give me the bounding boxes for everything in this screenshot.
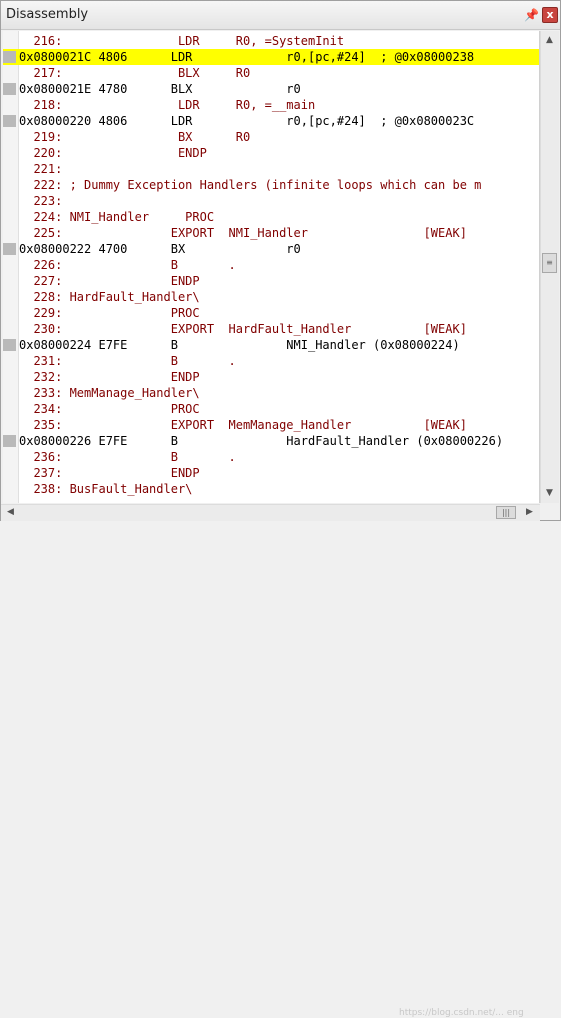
source-line[interactable]: 233: MemManage_Handler\ (3, 385, 539, 401)
line-text: 235: EXPORT MemManage_Handler [WEAK] (19, 418, 467, 432)
vertical-scroll-thumb[interactable]: ≡ (542, 253, 557, 273)
disassembly-code-area[interactable]: 216: LDR R0, =SystemInit 0x0800021C 4806 … (3, 31, 540, 503)
disassembly-line[interactable]: 0x0800021C 4806 LDR r0,[pc,#24] ; @0x080… (3, 49, 539, 65)
line-text: 238: BusFault_Handler\ (19, 482, 193, 496)
source-line[interactable]: 227: ENDP (3, 273, 539, 289)
source-line[interactable]: 219: BX R0 (3, 129, 539, 145)
close-button[interactable]: x (542, 7, 558, 23)
line-text: 222: ; Dummy Exception Handlers (infinit… (19, 178, 482, 192)
horizontal-scroll-thumb[interactable]: ||| (496, 506, 516, 519)
source-line[interactable]: 225: EXPORT NMI_Handler [WEAK] (3, 225, 539, 241)
source-line[interactable]: 222: ; Dummy Exception Handlers (infinit… (3, 177, 539, 193)
source-line[interactable]: 232: ENDP (3, 369, 539, 385)
disassembly-line[interactable]: 0x08000226 E7FE B HardFault_Handler (0x0… (3, 433, 539, 449)
source-line[interactable]: 238: BusFault_Handler\ (3, 481, 539, 497)
line-text: 237: ENDP (19, 466, 200, 480)
line-text: 223: (19, 194, 63, 208)
window-title: Disassembly (6, 7, 89, 22)
line-marker (3, 115, 16, 127)
source-line[interactable]: 226: B . (3, 257, 539, 273)
source-line[interactable]: 229: PROC (3, 305, 539, 321)
title-bar: Disassembly 📌 x (1, 1, 560, 30)
disassembly-line[interactable]: 0x0800021E 4780 BLX r0 (3, 81, 539, 97)
source-line[interactable]: 216: LDR R0, =SystemInit (3, 33, 539, 49)
line-text: 224: NMI_Handler PROC (19, 210, 215, 224)
disassembly-line[interactable]: 0x08000220 4806 LDR r0,[pc,#24] ; @0x080… (3, 113, 539, 129)
line-text: 0x08000222 4700 BX r0 (19, 242, 301, 256)
source-line[interactable]: 218: LDR R0, =__main (3, 97, 539, 113)
line-marker (3, 243, 16, 255)
line-marker (3, 51, 16, 63)
arrow-up-icon[interactable]: ▲ (542, 33, 557, 48)
source-line[interactable]: 221: (3, 161, 539, 177)
line-text: 227: ENDP (19, 274, 200, 288)
watermark: https://blog.csdn.net/... eng (399, 1008, 524, 1018)
line-text: 225: EXPORT NMI_Handler [WEAK] (19, 226, 467, 240)
vertical-scrollbar[interactable]: ▲ ≡ ▼ (540, 31, 559, 503)
arrow-down-icon[interactable]: ▼ (542, 486, 557, 501)
source-line[interactable]: 228: HardFault_Handler\ (3, 289, 539, 305)
pin-icon[interactable]: 📌 (524, 8, 539, 22)
line-marker (3, 83, 16, 95)
line-text: 216: LDR R0, =SystemInit (19, 34, 345, 48)
arrow-left-icon[interactable]: ◀ (3, 505, 18, 520)
arrow-right-icon[interactable]: ▶ (522, 505, 537, 520)
line-marker (3, 435, 16, 447)
line-text: 231: B . (19, 354, 236, 368)
line-text: 217: BLX R0 (19, 66, 251, 80)
source-line[interactable]: 237: ENDP (3, 465, 539, 481)
line-text: 0x08000220 4806 LDR r0,[pc,#24] ; @0x080… (19, 114, 475, 128)
line-text: 0x0800021C 4806 LDR r0,[pc,#24] ; @0x080… (19, 50, 475, 64)
source-line[interactable]: 236: B . (3, 449, 539, 465)
horizontal-scrollbar[interactable]: ◀ https://blog.csdn.net/... eng ||| ▶ (1, 504, 540, 1018)
disassembly-line[interactable]: 0x08000222 4700 BX r0 (3, 241, 539, 257)
line-text: 219: BX R0 (19, 130, 251, 144)
source-line[interactable]: 235: EXPORT MemManage_Handler [WEAK] (3, 417, 539, 433)
line-text: 0x0800021E 4780 BLX r0 (19, 82, 301, 96)
line-text: 220: ENDP (19, 146, 207, 160)
source-line[interactable]: 217: BLX R0 (3, 65, 539, 81)
line-text: 0x08000226 E7FE B HardFault_Handler (0x0… (19, 434, 504, 448)
disassembly-line[interactable]: 0x08000224 E7FE B NMI_Handler (0x0800022… (3, 337, 539, 353)
source-line[interactable]: 231: B . (3, 353, 539, 369)
line-text: 218: LDR R0, =__main (19, 98, 316, 112)
line-text: 221: (19, 162, 63, 176)
line-text: 232: ENDP (19, 370, 200, 384)
line-text: 226: B . (19, 258, 236, 272)
source-line[interactable]: 230: EXPORT HardFault_Handler [WEAK] (3, 321, 539, 337)
line-text: 230: EXPORT HardFault_Handler [WEAK] (19, 322, 467, 336)
line-text: 233: MemManage_Handler\ (19, 386, 200, 400)
disassembly-window: Disassembly 📌 x 216: LDR R0, =SystemInit… (0, 0, 561, 1018)
source-line[interactable]: 224: NMI_Handler PROC (3, 209, 539, 225)
source-line[interactable]: 234: PROC (3, 401, 539, 417)
line-marker (3, 339, 16, 351)
line-text: 0x08000224 E7FE B NMI_Handler (0x0800022… (19, 338, 460, 352)
line-text: 228: HardFault_Handler\ (19, 290, 200, 304)
source-line[interactable]: 223: (3, 193, 539, 209)
line-text: 229: PROC (19, 306, 200, 320)
source-line[interactable]: 220: ENDP (3, 145, 539, 161)
line-text: 236: B . (19, 450, 236, 464)
line-text: 234: PROC (19, 402, 200, 416)
